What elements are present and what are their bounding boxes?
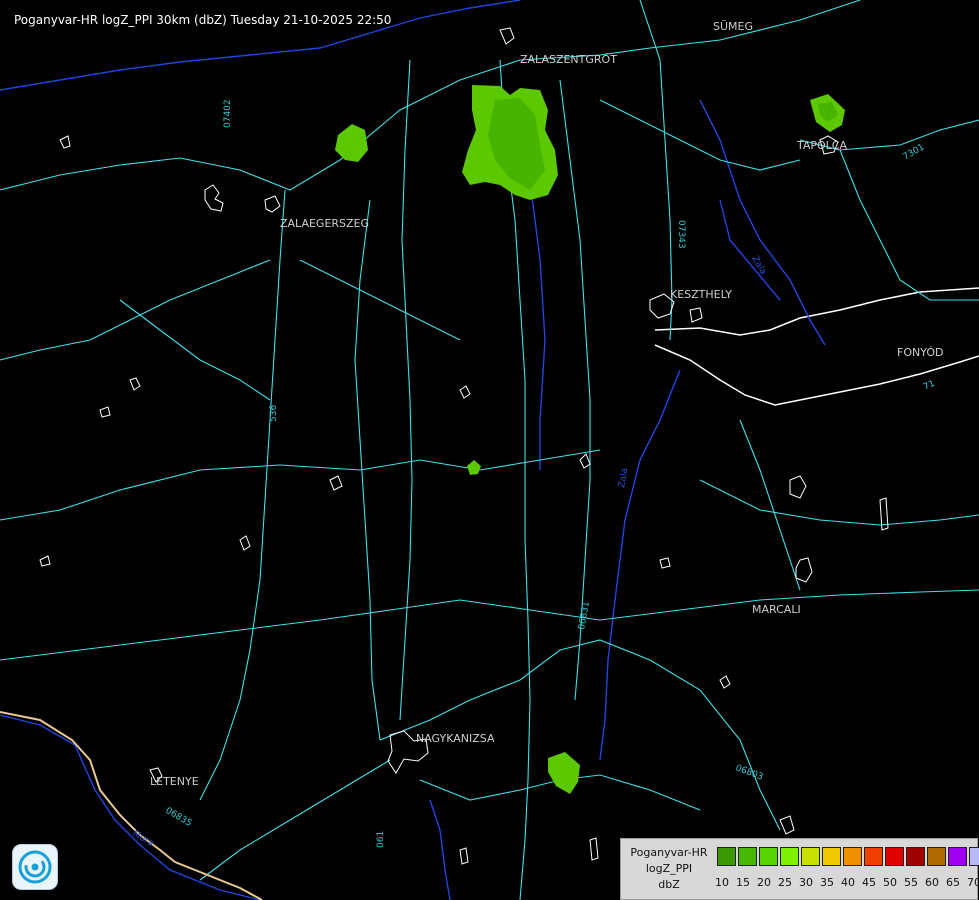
legend-swatch xyxy=(864,847,883,866)
legend-tick-label: 15 xyxy=(736,876,750,889)
place-sumeg: SÜMEG xyxy=(713,20,753,33)
radar-product-title: Poganyvar-HR logZ_PPI 30km (dbZ) Tuesday… xyxy=(14,13,392,27)
river-labels: Zala Zala Mura xyxy=(131,255,768,849)
legend-tick-label: 55 xyxy=(904,876,918,889)
legend-swatch xyxy=(822,847,841,866)
legend-swatch xyxy=(948,847,967,866)
legend-tick-label: 25 xyxy=(778,876,792,889)
legend-tick-labels: 10 15 20 25 30 35 40 45 50 55 60 65 70 xyxy=(711,876,979,892)
legend-swatch xyxy=(759,847,778,866)
road-label-536: 536 xyxy=(269,405,279,422)
place-letenye: LETENYE xyxy=(150,775,199,788)
radar-service-logo-icon xyxy=(12,844,58,890)
legend-swatch xyxy=(780,847,799,866)
legend-tick-label: 35 xyxy=(820,876,834,889)
legend-tick-label: 65 xyxy=(946,876,960,889)
road-label-06831: 06831 xyxy=(577,601,592,631)
place-tapolca: TAPOLCA xyxy=(796,139,847,152)
legend-tick-label: 40 xyxy=(841,876,855,889)
road-label-061: 061 xyxy=(376,831,386,848)
legend-unit: dbZ xyxy=(658,878,680,891)
legend-swatches xyxy=(717,847,979,866)
road-label-71: 71 xyxy=(922,379,937,393)
legend-swatch xyxy=(927,847,946,866)
legend-swatch xyxy=(717,847,736,866)
legend-tick-label: 45 xyxy=(862,876,876,889)
legend-swatch xyxy=(906,847,925,866)
road-label-06835: 06835 xyxy=(164,806,194,829)
legend-radar-name: Poganyvar-HR xyxy=(630,846,708,859)
legend-tick-label: 20 xyxy=(757,876,771,889)
place-zalaszentgrot: ZALASZENTGRÓT xyxy=(520,53,617,66)
place-keszthely: KESZTHELY xyxy=(670,288,732,301)
color-scale-legend: Poganyvar-HR logZ_PPI dbZ 10 15 20 25 30 35 40… xyxy=(620,838,979,900)
legend-tick-label: 60 xyxy=(925,876,939,889)
road-label-06803: 06803 xyxy=(734,763,764,782)
legend-swatch xyxy=(885,847,904,866)
river-label-mura: Mura xyxy=(131,829,156,849)
legend-name: Poganyvar-HR logZ_PPI dbZ xyxy=(623,845,715,893)
place-fonyod: FONYÓD xyxy=(897,346,943,359)
legend-tick-label: 50 xyxy=(883,876,897,889)
legend-swatch xyxy=(801,847,820,866)
legend-product-name: logZ_PPI xyxy=(645,862,693,875)
legend-swatch xyxy=(969,847,979,866)
road-label-7301: 7301 xyxy=(902,142,927,162)
legend-tick-label: 70 xyxy=(967,876,979,889)
road-number-labels: 07402 536 07343 71 06831 06803 06835 061… xyxy=(164,99,937,848)
road-label-07343: 07343 xyxy=(676,220,686,249)
road-label-07402: 07402 xyxy=(223,99,233,128)
legend-tick-label: 30 xyxy=(799,876,813,889)
legend-swatch xyxy=(738,847,757,866)
place-marcali: MARCALI xyxy=(752,603,801,616)
place-nagykanizsa: NAGYKANIZSA xyxy=(416,732,495,745)
legend-swatch xyxy=(843,847,862,866)
rivers xyxy=(0,0,826,900)
place-zalaegerszeg: ZALAEGERSZEG xyxy=(280,217,369,230)
river-label-zala-south: Zala xyxy=(617,467,630,488)
legend-tick-label: 10 xyxy=(715,876,729,889)
radar-map: SÜMEG ZALASZENTGRÓT TAPOLCA ZALAEGERSZEG… xyxy=(0,0,979,900)
